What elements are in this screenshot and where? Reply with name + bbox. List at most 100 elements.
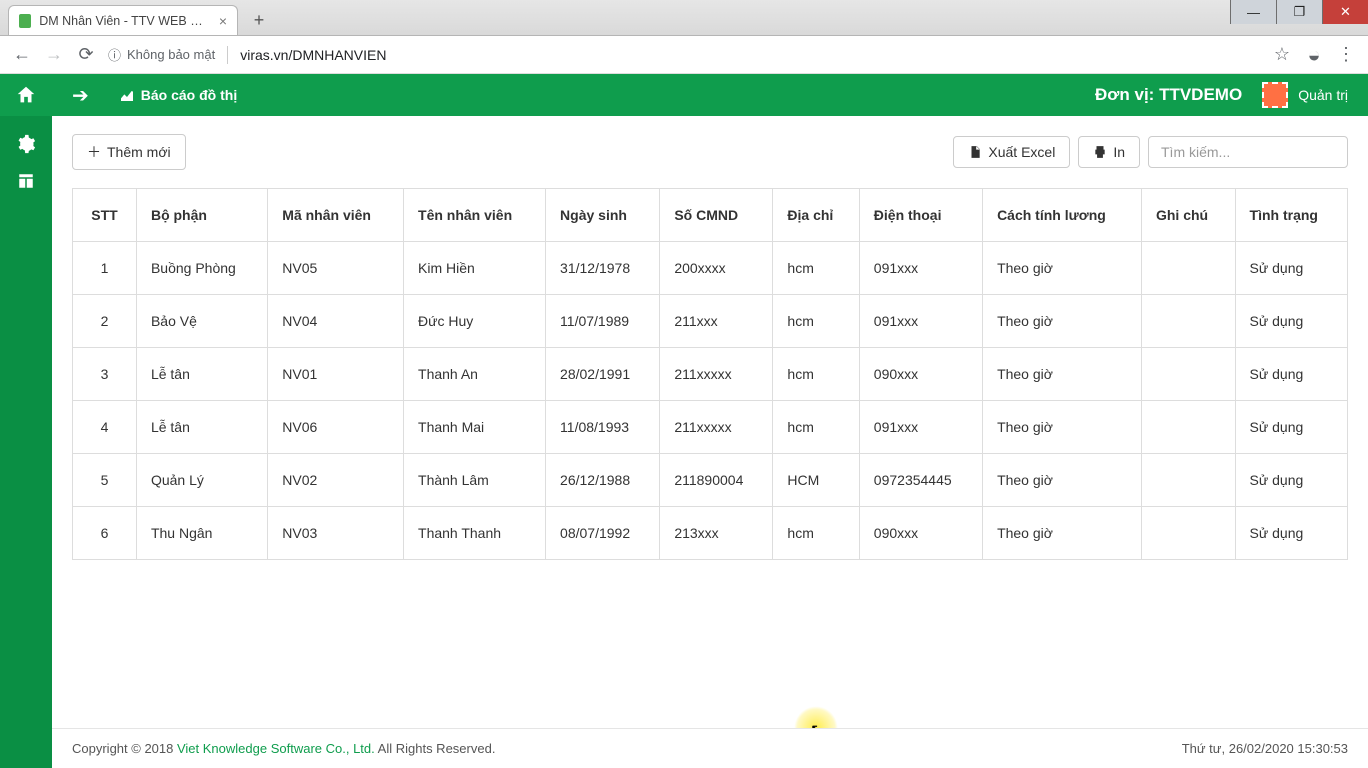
cell-dienthoai: 090xxx [859, 507, 982, 560]
cell-ghichu [1141, 348, 1235, 401]
url-text[interactable]: viras.vn/DMNHANVIEN [240, 47, 386, 63]
cell-diachi: hcm [773, 242, 859, 295]
menu-icon[interactable]: ⋮ [1336, 44, 1356, 65]
cell-bophan: Bảo Vệ [136, 295, 267, 348]
plus-icon: ＋ [87, 142, 101, 162]
search-input[interactable] [1148, 136, 1348, 168]
toggle-sidebar-icon[interactable]: ➔ [72, 83, 89, 108]
export-excel-button[interactable]: Xuất Excel [953, 136, 1070, 168]
cell-ngaysinh: 26/12/1988 [546, 454, 660, 507]
col-bophan[interactable]: Bộ phận [136, 189, 267, 242]
cell-tennv: Đức Huy [404, 295, 546, 348]
col-tennv[interactable]: Tên nhân viên [404, 189, 546, 242]
window-minimize-button[interactable]: — [1230, 0, 1276, 24]
profile-icon[interactable]: ◒ [1304, 42, 1324, 68]
table-icon[interactable] [17, 172, 35, 190]
cell-dienthoai: 090xxx [859, 348, 982, 401]
cell-cmnd: 211xxx [660, 295, 773, 348]
table-row[interactable]: 5Quản LýNV02Thành Lâm26/12/1988211890004… [73, 454, 1348, 507]
cell-ngaysinh: 11/08/1993 [546, 401, 660, 454]
star-icon[interactable]: ☆ [1272, 44, 1292, 65]
add-button[interactable]: ＋ Thêm mới [72, 134, 186, 170]
security-label: Không bảo mật [127, 47, 215, 62]
main-area: ➔ Báo cáo đồ thị Đơn vị: TTVDEMO Quản tr… [52, 74, 1368, 768]
reload-icon[interactable]: ⟳ [76, 44, 96, 65]
print-button[interactable]: In [1078, 136, 1140, 168]
browser-tab-strip: DM Nhân Viên - TTV WEB RESO... × + — ❐ ✕ [0, 0, 1368, 36]
cell-luong: Theo giờ [983, 242, 1142, 295]
col-stt[interactable]: STT [73, 189, 137, 242]
report-menu[interactable]: Báo cáo đồ thị [119, 87, 237, 103]
table-row[interactable]: 6Thu NgânNV03Thanh Thanh08/07/1992213xxx… [73, 507, 1348, 560]
print-label: In [1113, 144, 1125, 160]
table-row[interactable]: 1Buồng PhòngNV05Kim Hiền31/12/1978200xxx… [73, 242, 1348, 295]
user-menu[interactable]: Quản trị [1262, 82, 1348, 108]
col-cmnd[interactable]: Số CMND [660, 189, 773, 242]
window-maximize-button[interactable]: ❐ [1276, 0, 1322, 24]
table-row[interactable]: 3Lễ tânNV01Thanh An28/02/1991211xxxxxhcm… [73, 348, 1348, 401]
cell-tinhtrang: Sử dụng [1235, 507, 1347, 560]
col-tinhtrang[interactable]: Tình trạng [1235, 189, 1347, 242]
cell-stt: 6 [73, 507, 137, 560]
cell-tennv: Thanh An [404, 348, 546, 401]
browser-tab-active[interactable]: DM Nhân Viên - TTV WEB RESO... × [8, 5, 238, 35]
back-icon[interactable]: ← [12, 44, 32, 65]
chart-icon [119, 87, 135, 103]
favicon [19, 14, 31, 28]
app-root: ➔ Báo cáo đồ thị Đơn vị: TTVDEMO Quản tr… [0, 74, 1368, 768]
cell-diachi: HCM [773, 454, 859, 507]
table-row[interactable]: 2Bảo VệNV04Đức Huy11/07/1989211xxxhcm091… [73, 295, 1348, 348]
cell-dienthoai: 091xxx [859, 401, 982, 454]
cell-manv: NV01 [268, 348, 404, 401]
cell-stt: 3 [73, 348, 137, 401]
cell-bophan: Quản Lý [136, 454, 267, 507]
sidebar-home[interactable] [0, 74, 52, 116]
new-tab-button[interactable]: + [246, 7, 272, 33]
cell-manv: NV04 [268, 295, 404, 348]
cell-cmnd: 200xxxx [660, 242, 773, 295]
table-header-row: STT Bộ phận Mã nhân viên Tên nhân viên N… [73, 189, 1348, 242]
cell-stt: 5 [73, 454, 137, 507]
col-diachi[interactable]: Địa chỉ [773, 189, 859, 242]
add-label: Thêm mới [107, 144, 171, 160]
table-row[interactable]: 4Lễ tânNV06Thanh Mai11/08/1993211xxxxxhc… [73, 401, 1348, 454]
cell-diachi: hcm [773, 401, 859, 454]
cell-manv: NV03 [268, 507, 404, 560]
security-status[interactable]: ⓘ Không bảo mật [108, 45, 215, 64]
cell-tinhtrang: Sử dụng [1235, 454, 1347, 507]
col-ngaysinh[interactable]: Ngày sinh [546, 189, 660, 242]
avatar [1262, 82, 1288, 108]
window-close-button[interactable]: ✕ [1322, 0, 1368, 24]
cell-tinhtrang: Sử dụng [1235, 295, 1347, 348]
cell-ghichu [1141, 295, 1235, 348]
cell-ngaysinh: 31/12/1978 [546, 242, 660, 295]
cell-luong: Theo giờ [983, 295, 1142, 348]
cell-tennv: Kim Hiền [404, 242, 546, 295]
footer: Copyright © 2018 Viet Knowledge Software… [52, 728, 1368, 768]
window-controls: — ❐ ✕ [1230, 0, 1368, 24]
cell-tennv: Thanh Thanh [404, 507, 546, 560]
col-luong[interactable]: Cách tính lương [983, 189, 1142, 242]
home-icon [15, 84, 37, 106]
cell-luong: Theo giờ [983, 454, 1142, 507]
col-ghichu[interactable]: Ghi chú [1141, 189, 1235, 242]
cell-diachi: hcm [773, 348, 859, 401]
cogs-icon[interactable] [16, 134, 36, 154]
col-manv[interactable]: Mã nhân viên [268, 189, 404, 242]
cell-stt: 2 [73, 295, 137, 348]
forward-icon[interactable]: → [44, 44, 64, 65]
export-label: Xuất Excel [988, 144, 1055, 160]
cell-bophan: Thu Ngân [136, 507, 267, 560]
cell-ngaysinh: 08/07/1992 [546, 507, 660, 560]
close-tab-icon[interactable]: × [219, 14, 227, 28]
cell-ngaysinh: 11/07/1989 [546, 295, 660, 348]
cell-cmnd: 213xxx [660, 507, 773, 560]
unit-label: Đơn vị: TTVDEMO [1095, 85, 1242, 105]
employee-table: STT Bộ phận Mã nhân viên Tên nhân viên N… [72, 188, 1348, 560]
col-dienthoai[interactable]: Điện thoại [859, 189, 982, 242]
cell-diachi: hcm [773, 295, 859, 348]
company-link[interactable]: Viet Knowledge Software Co., Ltd. [177, 741, 375, 756]
report-label: Báo cáo đồ thị [141, 87, 237, 103]
tab-title: DM Nhân Viên - TTV WEB RESO... [39, 14, 211, 28]
cell-tennv: Thanh Mai [404, 401, 546, 454]
